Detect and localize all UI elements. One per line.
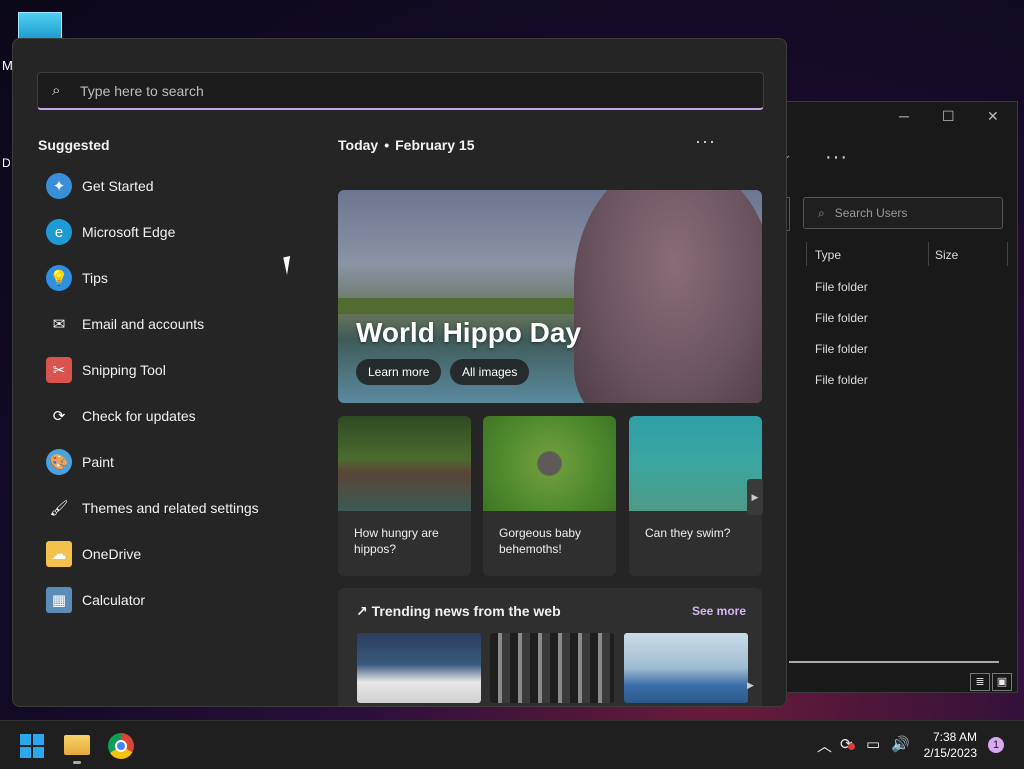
today-label: Today — [338, 137, 379, 153]
card-image — [483, 416, 616, 511]
file-type-cell[interactable]: File folder — [815, 342, 868, 356]
card-caption: Can they swim? — [645, 526, 731, 540]
clock-date: 2/15/2023 — [923, 746, 977, 760]
search-icon: ⌕ — [818, 205, 825, 220]
suggested-item-label: Check for updates — [82, 408, 196, 424]
card-image — [629, 416, 762, 511]
news-card[interactable]: Gorgeous baby behemoths! — [483, 416, 616, 576]
start-search-box[interactable]: ⌕ — [37, 72, 764, 110]
suggested-item-label: OneDrive — [82, 546, 142, 562]
card-caption: Gorgeous baby behemoths! — [499, 526, 582, 556]
separator-dot: • — [384, 137, 390, 153]
suggested-item-label: Tips — [82, 270, 108, 286]
suggested-list: ✦ Get Started e Microsoft Edge 💡 Tips ✉ … — [38, 163, 308, 623]
more-options-icon[interactable]: ··· — [695, 131, 716, 152]
hero-card[interactable]: World Hippo Day Learn more All images — [338, 190, 762, 403]
suggested-item-label: Themes and related settings — [82, 500, 259, 516]
see-more-link[interactable]: See more — [692, 604, 746, 618]
column-divider[interactable] — [1007, 242, 1008, 266]
hero-title: World Hippo Day — [356, 317, 582, 348]
chevron-right-icon[interactable]: ▶ — [747, 479, 763, 515]
suggested-item-label: Microsoft Edge — [82, 224, 176, 240]
desktop-label: D — [2, 156, 11, 170]
lightbulb-icon: 💡 — [46, 265, 72, 291]
search-input[interactable] — [78, 81, 682, 100]
news-card[interactable]: How hungry are hippos? — [338, 416, 471, 576]
file-explorer-window: ─ ☐ ✕ ⌄ ··· ⌕ Search Users Type Size Fil… — [780, 101, 1018, 693]
taskbar: ︿ ⟳ ▭ 🔊 7:38 AM 2/15/2023 1 — [0, 720, 1024, 769]
notification-badge[interactable]: 1 — [988, 737, 1004, 753]
large-icons-view-icon[interactable]: ▣ — [992, 673, 1012, 691]
news-card[interactable]: Can they swim? — [629, 416, 762, 576]
suggested-item-get-started[interactable]: ✦ Get Started — [38, 163, 308, 209]
trending-title-text: Trending news from the web — [371, 603, 561, 619]
palette-icon: 🎨 — [46, 449, 72, 475]
get-started-icon: ✦ — [46, 173, 72, 199]
trending-up-icon: ↗ — [356, 603, 368, 619]
suggested-item-microsoft-edge[interactable]: e Microsoft Edge — [38, 209, 308, 255]
suggested-item-label: Paint — [82, 454, 114, 470]
suggested-item-paint[interactable]: 🎨 Paint — [38, 439, 308, 485]
calculator-icon: ▦ — [46, 587, 72, 613]
suggested-item-email-and-accounts[interactable]: ✉ Email and accounts — [38, 301, 308, 347]
start-menu: ⌕ Suggested ✦ Get Started e Microsoft Ed… — [12, 38, 787, 707]
column-header-size[interactable]: Size — [935, 248, 958, 262]
card-caption: How hungry are hippos? — [354, 526, 439, 556]
windows-start-icon[interactable] — [20, 734, 44, 758]
search-icon: ⌕ — [52, 82, 61, 99]
suggested-item-label: Calculator — [82, 592, 146, 608]
trending-news-section: ↗ Trending news from the web See more ▶ — [338, 588, 762, 706]
suggested-item-label: Snipping Tool — [82, 362, 166, 378]
trending-thumbnail[interactable] — [490, 633, 614, 703]
today-date: February 15 — [395, 137, 475, 153]
trending-thumbnail[interactable] — [357, 633, 481, 703]
minimize-icon[interactable]: ─ — [899, 108, 909, 124]
column-divider[interactable] — [928, 242, 929, 266]
card-image — [338, 416, 471, 511]
close-icon[interactable]: ✕ — [987, 108, 999, 125]
taskbar-clock[interactable]: 7:38 AM 2/15/2023 — [915, 729, 977, 761]
folder-icon: ☁ — [46, 541, 72, 567]
refresh-icon: ⟳ — [52, 408, 66, 425]
explorer-search-input[interactable]: ⌕ Search Users — [803, 197, 1003, 229]
brush-icon: 🖌 — [49, 500, 69, 517]
today-header: Today • February 15 — [338, 137, 474, 153]
suggested-heading: Suggested — [38, 137, 110, 153]
maximize-icon[interactable]: ☐ — [942, 108, 955, 125]
chrome-icon[interactable] — [108, 733, 134, 759]
chevron-up-icon[interactable]: ︿ — [817, 735, 832, 756]
all-images-button[interactable]: All images — [450, 359, 530, 385]
column-divider[interactable] — [806, 242, 807, 266]
suggested-item-check-for-updates[interactable]: ⟳ Check for updates — [38, 393, 308, 439]
scissors-icon: ✂ — [46, 357, 72, 383]
edge-icon: e — [46, 219, 72, 245]
trending-title: ↗ Trending news from the web — [356, 603, 561, 620]
file-explorer-icon[interactable] — [64, 735, 90, 755]
explorer-search-placeholder: Search Users — [834, 206, 908, 220]
suggested-item-snipping-tool[interactable]: ✂ Snipping Tool — [38, 347, 308, 393]
file-type-cell[interactable]: File folder — [815, 311, 868, 325]
suggested-item-label: Email and accounts — [82, 316, 205, 332]
suggested-item-themes[interactable]: 🖌 Themes and related settings — [38, 485, 308, 531]
network-icon[interactable]: ▭ — [866, 735, 880, 753]
mail-icon: ✉ — [52, 316, 66, 333]
hippo-image — [574, 190, 762, 403]
suggested-item-onedrive[interactable]: ☁ OneDrive — [38, 531, 308, 577]
volume-icon[interactable]: 🔊 — [891, 735, 910, 753]
suggested-item-tips[interactable]: 💡 Tips — [38, 255, 308, 301]
clock-time: 7:38 AM — [932, 730, 977, 744]
chevron-right-icon[interactable]: ▶ — [747, 680, 754, 691]
details-view-icon[interactable]: ≣ — [970, 673, 990, 691]
learn-more-button[interactable]: Learn more — [356, 359, 442, 385]
suggested-item-label: Get Started — [82, 178, 154, 194]
file-type-cell[interactable]: File folder — [815, 280, 868, 294]
column-header-type[interactable]: Type — [815, 248, 841, 262]
file-type-cell[interactable]: File folder — [815, 373, 868, 387]
more-options-icon[interactable]: ··· — [825, 146, 848, 169]
suggested-item-calculator[interactable]: ▦ Calculator — [38, 577, 308, 623]
horizontal-scrollbar[interactable] — [789, 661, 999, 663]
trending-thumbnail[interactable] — [624, 633, 748, 703]
running-indicator — [73, 761, 81, 764]
sync-icon[interactable]: ⟳ — [840, 735, 855, 753]
